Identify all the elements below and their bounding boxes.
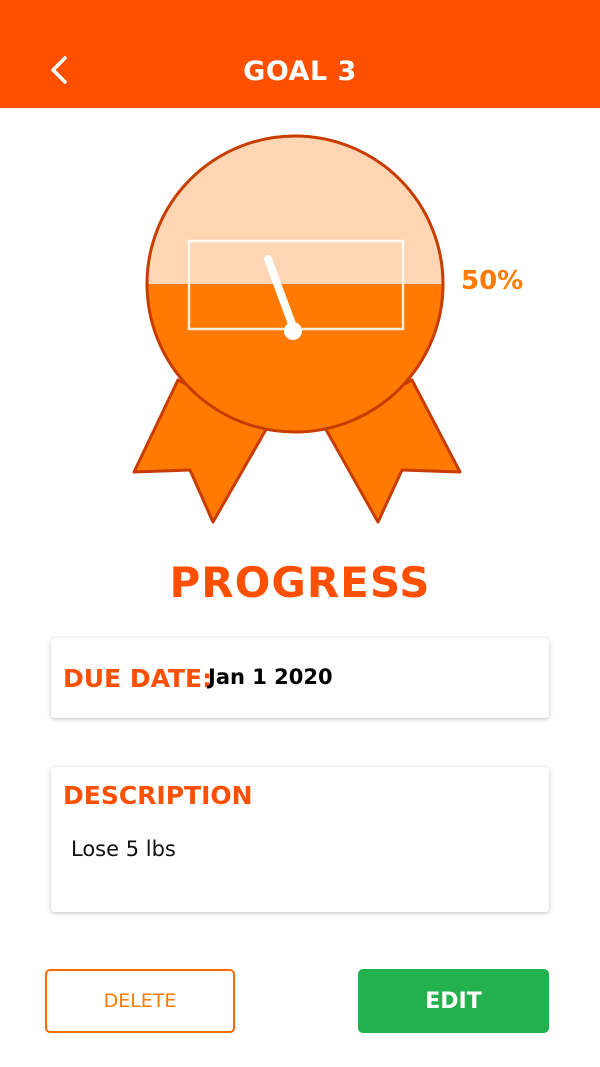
progress-percent-label: 50% [461,266,524,296]
app-header: GOAL 3 [0,0,600,108]
gauge-pivot [284,322,302,340]
edit-button[interactable]: EDIT [358,969,549,1033]
description-value: Lose 5 lbs [71,837,176,861]
delete-button[interactable]: DELETE [45,969,235,1033]
description-card: DESCRIPTION Lose 5 lbs [51,767,549,912]
due-date-value: Jan 1 2020 [208,665,333,689]
progress-medal [132,134,462,524]
progress-heading: PROGRESS [169,558,431,607]
page-title: GOAL 3 [243,56,357,87]
due-date-label: DUE DATE: [63,664,213,693]
due-date-card: DUE DATE: Jan 1 2020 [51,638,549,718]
description-label: DESCRIPTION [63,781,253,810]
